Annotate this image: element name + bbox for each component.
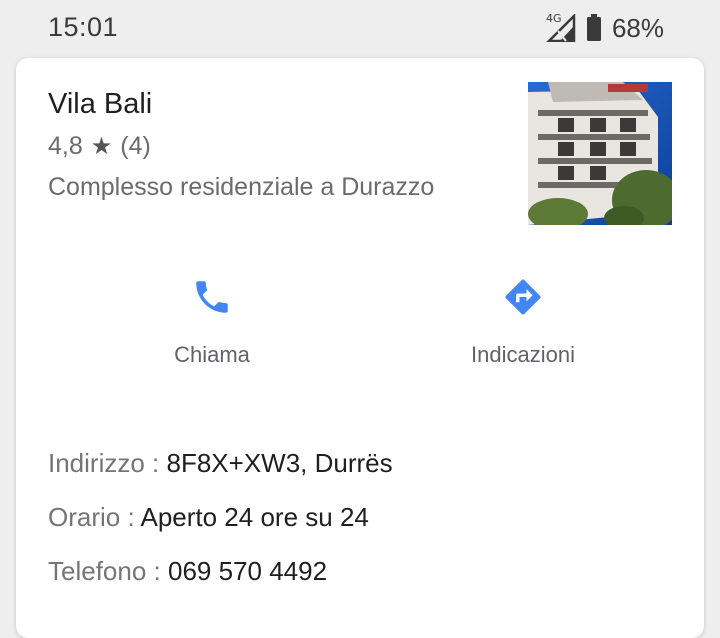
- star-icon: ★: [90, 133, 113, 160]
- directions-button[interactable]: Indicazioni: [423, 276, 623, 368]
- phone-key: Telefono :: [48, 556, 168, 586]
- rating-value: 4,8: [48, 132, 83, 160]
- directions-label: Indicazioni: [471, 342, 575, 367]
- hours-value: Aperto 24 ore su 24: [140, 502, 369, 532]
- battery-icon: [586, 14, 601, 41]
- directions-icon: [505, 279, 541, 315]
- phone-row[interactable]: Telefono : 069 570 4492: [48, 556, 327, 587]
- place-card[interactable]: Vila Bali 4,8 ★ (4) Complesso residenzia…: [16, 58, 704, 638]
- hours-key: Orario :: [48, 502, 141, 532]
- place-name: Vila Bali: [48, 88, 153, 120]
- rating-row[interactable]: 4,8 ★ (4): [48, 132, 151, 161]
- place-photo[interactable]: [528, 82, 672, 225]
- signal-icon: 4G: [545, 12, 576, 43]
- review-count: (4): [120, 132, 151, 160]
- call-label: Chiama: [174, 342, 250, 367]
- status-icons: 4G 68%: [545, 12, 664, 44]
- phone-value: 069 570 4492: [167, 556, 328, 586]
- call-button[interactable]: Chiama: [112, 276, 312, 368]
- phone-icon: [196, 281, 228, 313]
- status-time: 15:01: [48, 12, 119, 42]
- address-value: 8F8X+XW3, Durrës: [166, 448, 393, 478]
- status-bar: 15:01 4G 68%: [0, 0, 720, 56]
- address-row[interactable]: Indirizzo : 8F8X+XW3, Durrës: [48, 448, 393, 479]
- battery-percentage: 68%: [611, 12, 664, 43]
- address-key: Indirizzo :: [48, 448, 167, 478]
- network-type: 4G: [545, 12, 562, 25]
- place-category: Complesso residenziale a Durazzo: [48, 173, 435, 201]
- hours-row[interactable]: Orario : Aperto 24 ore su 24: [48, 502, 369, 533]
